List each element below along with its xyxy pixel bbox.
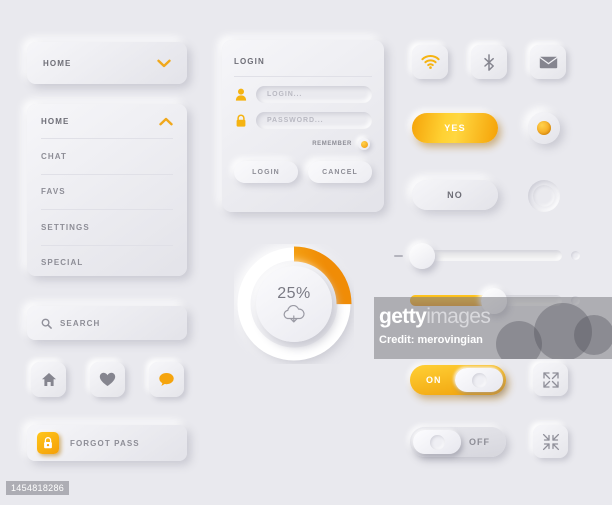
user-icon xyxy=(234,87,248,102)
dropdown-label: HOME xyxy=(43,58,72,68)
menu-item-label: SETTINGS xyxy=(41,222,90,232)
mail-button[interactable] xyxy=(530,45,566,79)
slider-track[interactable] xyxy=(409,242,562,269)
watermark-logo-bold: getty xyxy=(379,305,427,328)
no-label: NO xyxy=(447,190,463,200)
dropdown-home-expanded[interactable]: HOME CHAT FAVS SETTINGS SPECIAL xyxy=(27,104,187,276)
expand-icon xyxy=(542,371,559,388)
menu-item-chat[interactable]: CHAT xyxy=(41,139,173,175)
username-placeholder: LOGIN... xyxy=(267,91,303,98)
login-panel: LOGIN LOGIN... PASSWORD... REMEMBER LOGI… xyxy=(222,40,384,212)
chevron-up-icon xyxy=(159,117,173,126)
search-input[interactable]: SEARCH xyxy=(27,306,187,340)
radio-dot-icon xyxy=(537,121,551,135)
remember-label: REMEMBER xyxy=(312,141,352,147)
menu-item-settings[interactable]: SETTINGS xyxy=(41,210,173,246)
forgot-password-button[interactable]: FORGOT PASS xyxy=(27,425,187,461)
login-title-text: LOGIN xyxy=(234,57,265,66)
wifi-button[interactable] xyxy=(412,45,448,79)
heart-icon xyxy=(99,372,116,386)
remember-checked-dot xyxy=(360,140,368,148)
dropdown-home-collapsed[interactable]: HOME xyxy=(27,42,187,84)
password-field-row: PASSWORD... xyxy=(234,112,372,129)
bluetooth-icon xyxy=(484,53,494,71)
collapse-button[interactable] xyxy=(533,425,568,458)
toggle-on[interactable]: ON xyxy=(410,365,506,395)
envelope-icon xyxy=(538,56,558,68)
expand-button[interactable] xyxy=(533,363,568,396)
remember-row[interactable]: REMEMBER xyxy=(234,138,372,150)
menu-item-label: SPECIAL xyxy=(41,258,84,268)
radio-unselected[interactable] xyxy=(528,180,560,212)
toggle-off[interactable]: OFF xyxy=(410,427,506,457)
menu-item-favs[interactable]: FAVS xyxy=(41,175,173,211)
home-icon xyxy=(41,373,56,386)
lock-icon xyxy=(234,113,248,128)
radio-selected[interactable] xyxy=(528,112,560,144)
search-icon xyxy=(41,318,52,329)
menu-item-label: FAVS xyxy=(41,187,66,197)
getty-watermark: gettyimages Credit: merovingian xyxy=(374,297,612,359)
menu-item-home[interactable]: HOME xyxy=(41,104,173,140)
username-input[interactable]: LOGIN... xyxy=(256,86,372,103)
progress-ring-core: 25% xyxy=(256,266,332,342)
watermark-logo-light: images xyxy=(426,305,491,328)
ui-kit-canvas: HOME HOME CHAT FAVS SETTINGS SPECIAL SEA… xyxy=(0,0,612,505)
bluetooth-button[interactable] xyxy=(471,45,507,79)
toggle-off-label: OFF xyxy=(469,437,490,447)
no-button[interactable]: NO xyxy=(412,180,498,210)
minus-icon xyxy=(394,254,403,257)
login-submit-button[interactable]: LOGIN xyxy=(234,161,298,183)
wifi-icon xyxy=(420,55,440,69)
toggle-knob xyxy=(455,368,503,392)
watermark-logo: gettyimages xyxy=(379,305,491,329)
slider-volume[interactable] xyxy=(394,242,580,269)
slider-knob[interactable] xyxy=(409,242,436,269)
home-button[interactable] xyxy=(31,362,66,397)
password-input[interactable]: PASSWORD... xyxy=(256,112,372,129)
chat-button[interactable] xyxy=(149,362,184,397)
login-title: LOGIN xyxy=(234,51,372,77)
forgot-password-label: FORGOT PASS xyxy=(70,438,140,448)
password-placeholder: PASSWORD... xyxy=(267,117,324,124)
slider-end-dot xyxy=(571,251,580,260)
progress-ring: 25% xyxy=(234,244,354,364)
remember-checkbox[interactable] xyxy=(358,138,370,150)
username-field-row: LOGIN... xyxy=(234,86,372,103)
menu-item-label: CHAT xyxy=(41,152,68,162)
collapse-icon xyxy=(542,433,559,450)
yes-label: YES xyxy=(444,123,466,133)
chevron-down-icon xyxy=(157,59,171,67)
progress-value-label: 25% xyxy=(277,284,311,302)
toggle-knob xyxy=(413,430,461,454)
menu-item-special[interactable]: SPECIAL xyxy=(41,246,173,280)
login-submit-label: LOGIN xyxy=(252,168,280,176)
login-button-row: LOGIN CANCEL xyxy=(234,161,372,183)
watermark-credit: Credit: merovingian xyxy=(379,334,483,346)
chat-bubble-icon xyxy=(159,373,174,386)
menu-item-label: HOME xyxy=(41,116,70,126)
search-placeholder: SEARCH xyxy=(60,318,101,328)
cloud-download-icon xyxy=(283,304,305,322)
lock-icon xyxy=(37,432,59,454)
login-cancel-button[interactable]: CANCEL xyxy=(308,161,372,183)
image-id-badge: 1454818286 xyxy=(6,481,70,495)
login-cancel-label: CANCEL xyxy=(322,168,358,176)
toggle-on-label: ON xyxy=(426,375,442,385)
yes-button[interactable]: YES xyxy=(412,113,498,143)
favorite-button[interactable] xyxy=(90,362,125,397)
radio-empty-icon xyxy=(533,185,555,207)
